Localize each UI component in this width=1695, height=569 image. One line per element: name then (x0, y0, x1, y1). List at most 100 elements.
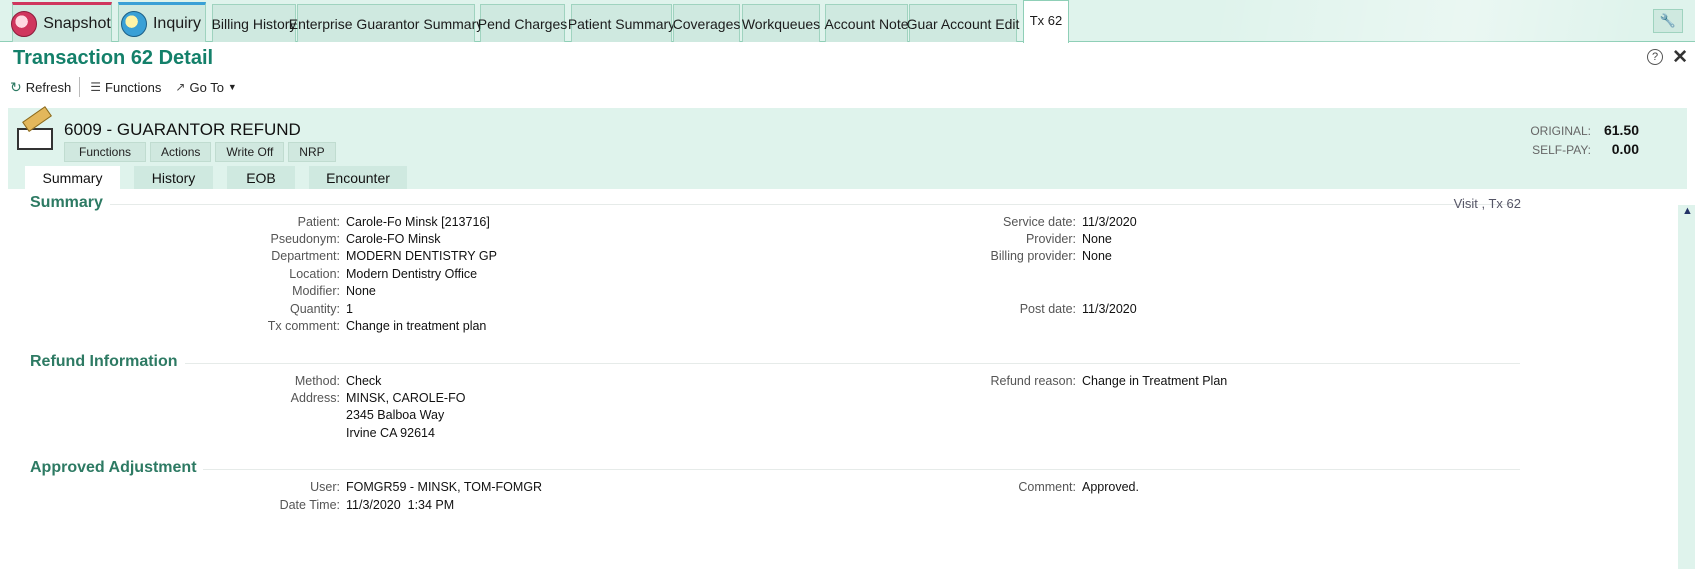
tab-pend-charges[interactable]: Pend Charges (477, 4, 568, 42)
tab-label: Account Note (824, 15, 909, 32)
inquiry-icon (120, 10, 147, 37)
tab-workqueues[interactable]: Workqueues (742, 4, 820, 42)
field-value: Carole-FO Minsk (346, 232, 441, 246)
functions-menu-button[interactable]: ☰ Functions (90, 80, 161, 95)
field-label: Location: (289, 267, 340, 281)
selfpay-value: 0.00 (1611, 141, 1639, 157)
visit-reference-link[interactable]: Visit , Tx 62 (1454, 196, 1521, 211)
field-label: Department: (271, 249, 340, 263)
help-icon[interactable]: ? (1647, 49, 1663, 65)
transaction-title: 6009 - GUARANTOR REFUND (64, 120, 301, 139)
adjustment-heading: Approved Adjustment (30, 459, 197, 476)
refund-reason-field: Refund reason: Change in Treatment Plan (991, 374, 1228, 388)
field-label: Service date: (1003, 215, 1076, 229)
method-field: Method: Check (295, 374, 382, 388)
comment-field: Comment: Approved. (1018, 480, 1139, 494)
transaction-actions: Functions Actions Write Off NRP (64, 142, 340, 162)
original-label: ORIGINAL: (1530, 124, 1591, 138)
goto-icon: ↗ (175, 80, 186, 94)
actions-button[interactable]: Actions (150, 142, 212, 162)
datetime-field: Date Time: 11/3/2020 1:34 PM (280, 498, 455, 512)
section-divider (203, 469, 1520, 470)
field-label: Post date: (1019, 302, 1076, 316)
workspace-tab-strip: Snapshot Inquiry Billing History Enterpr… (0, 0, 1695, 43)
tab-label: Pend Charges (477, 15, 568, 32)
goto-menu-button[interactable]: ↗ Go To ▼ (175, 80, 236, 95)
field-value: Carole-Fo Minsk [213716] (346, 215, 490, 229)
billing-provider-field: Billing provider: None (991, 249, 1112, 263)
refresh-icon: ↻ (10, 78, 22, 95)
write-off-button[interactable]: Write Off (215, 142, 285, 162)
field-value: None (1082, 232, 1112, 246)
selfpay-amount-row: SELF-PAY: 0.00 (1530, 141, 1639, 160)
field-label: Comment: (1018, 480, 1076, 494)
subtab-summary[interactable]: Summary (25, 166, 120, 189)
field-value: Approved. (1082, 480, 1139, 494)
refresh-button[interactable]: ↻ Refresh (10, 79, 71, 96)
nrp-button[interactable]: NRP (288, 142, 336, 162)
field-value: 11/3/2020 1:34 PM (346, 498, 455, 512)
tab-guar-account-edit[interactable]: Guar Account Edit (906, 4, 1020, 42)
field-value: 1 (346, 302, 353, 316)
tab-label: Guar Account Edit (906, 15, 1020, 32)
tab-snapshot[interactable]: Snapshot (11, 2, 112, 42)
original-amount-row: ORIGINAL: 61.50 (1530, 122, 1639, 141)
tab-billing-history[interactable]: Billing History (212, 4, 296, 42)
tab-tx-62[interactable]: Tx 62 (1023, 0, 1069, 43)
tab-inquiry[interactable]: Inquiry (118, 2, 206, 42)
address-field: Address: MINSK, CAROLE-FO (291, 391, 466, 405)
functions-button[interactable]: Functions (64, 142, 147, 162)
chevron-up-icon[interactable]: ▲ (1682, 205, 1693, 217)
subtab-eob[interactable]: EOB (227, 166, 295, 189)
tabstrip-background (1215, 0, 1635, 42)
detail-subtabs: Summary History EOB Encounter (25, 166, 421, 189)
original-value: 61.50 (1603, 122, 1639, 138)
wrench-icon[interactable]: 🔧 (1653, 9, 1683, 33)
tab-label: Inquiry (152, 14, 202, 32)
subtab-encounter[interactable]: Encounter (309, 166, 407, 189)
modifier-field: Modifier: None (292, 284, 376, 298)
close-icon[interactable]: ✕ (1672, 46, 1688, 69)
tab-label: Workqueues (741, 15, 821, 32)
address-line: 2345 Balboa Way (346, 408, 445, 422)
field-value: Change in Treatment Plan (1082, 374, 1228, 388)
tab-label: Snapshot (43, 14, 111, 32)
tab-label: Patient Summary (567, 15, 676, 32)
functions-label: Functions (105, 79, 162, 95)
field-label: Date Time: (279, 498, 340, 512)
amount-summary: ORIGINAL: 61.50 SELF-PAY: 0.00 (1530, 122, 1639, 160)
goto-label: Go To (189, 79, 224, 95)
patient-field: Patient: Carole-Fo Minsk [213716] (298, 215, 490, 229)
address-line: MINSK, CAROLE-FO (346, 391, 466, 405)
field-value: FOMGR59 - MINSK, TOM-FOMGR (346, 480, 543, 494)
selfpay-label: SELF-PAY: (1532, 143, 1591, 157)
provider-field: Provider: None (1026, 232, 1112, 246)
pseudonym-field: Pseudonym: Carole-FO Minsk (271, 232, 441, 246)
toolbar-divider (79, 77, 81, 97)
refresh-label: Refresh (25, 79, 72, 95)
field-label: Refund reason: (990, 374, 1076, 388)
field-label: Pseudonym: (270, 232, 340, 246)
tab-enterprise-guarantor-summary[interactable]: Enterprise Guarantor Summary (289, 4, 483, 42)
field-label: Method: (294, 374, 340, 388)
field-label: Modifier: (292, 284, 340, 298)
activity-toolbar: ↻ Refresh ☰ Functions ↗ Go To ▼ (10, 77, 251, 97)
tx-comment-field: Tx comment: Change in treatment plan (268, 319, 487, 333)
field-label: Billing provider: (990, 249, 1076, 263)
subtab-history[interactable]: History (134, 166, 213, 189)
field-value: Check (346, 374, 382, 388)
field-label: User: (310, 480, 340, 494)
tab-label: Enterprise Guarantor Summary (288, 15, 484, 32)
field-value: 11/3/2020 (1082, 215, 1137, 229)
field-label: Provider: (1025, 232, 1076, 246)
tab-coverages[interactable]: Coverages (673, 4, 740, 42)
field-value: Change in treatment plan (346, 319, 487, 333)
chevron-down-icon: ▼ (227, 82, 237, 92)
department-field: Department: MODERN DENTISTRY GP (271, 249, 497, 263)
tab-account-note[interactable]: Account Note (824, 4, 909, 42)
service-date-field: Service date: 11/3/2020 (1003, 215, 1137, 229)
tab-patient-summary[interactable]: Patient Summary (567, 4, 676, 42)
address-line-2: 2345 Balboa Way (346, 408, 444, 422)
section-divider (110, 204, 1520, 205)
content-scrollbar[interactable]: ▲ (1678, 205, 1695, 569)
